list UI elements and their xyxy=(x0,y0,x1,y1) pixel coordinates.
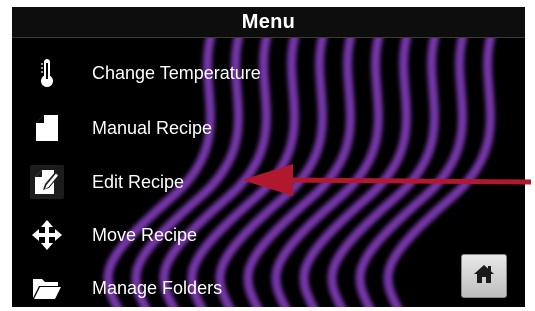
menu-item-change-temperature[interactable]: Change Temperature xyxy=(12,53,452,93)
edit-document-icon xyxy=(30,165,64,199)
menu-item-label: Move Recipe xyxy=(92,224,198,245)
menu-item-move-recipe[interactable]: Move Recipe xyxy=(12,215,452,255)
page-title: Menu xyxy=(241,10,296,33)
menu-item-label: Manual Recipe xyxy=(92,117,213,138)
menu-item-label: Edit Recipe xyxy=(92,171,185,192)
menu-screen: Menu Change Temperature Manual Recipe Ed… xyxy=(12,7,525,307)
menu-item-label: Manage Folders xyxy=(92,277,223,298)
move-arrows-icon xyxy=(30,218,64,252)
thermometer-icon xyxy=(30,56,64,90)
header-bar: Menu xyxy=(12,7,525,38)
document-icon xyxy=(30,111,64,145)
menu-item-edit-recipe[interactable]: Edit Recipe xyxy=(12,162,452,202)
purple-wave-background xyxy=(103,7,511,307)
menu-item-manual-recipe[interactable]: Manual Recipe xyxy=(12,108,452,148)
menu-item-manage-folders[interactable]: Manage Folders xyxy=(12,268,452,307)
menu-item-label: Change Temperature xyxy=(92,62,261,83)
folder-icon xyxy=(30,271,64,305)
home-button[interactable] xyxy=(461,254,507,298)
home-icon xyxy=(473,264,495,289)
